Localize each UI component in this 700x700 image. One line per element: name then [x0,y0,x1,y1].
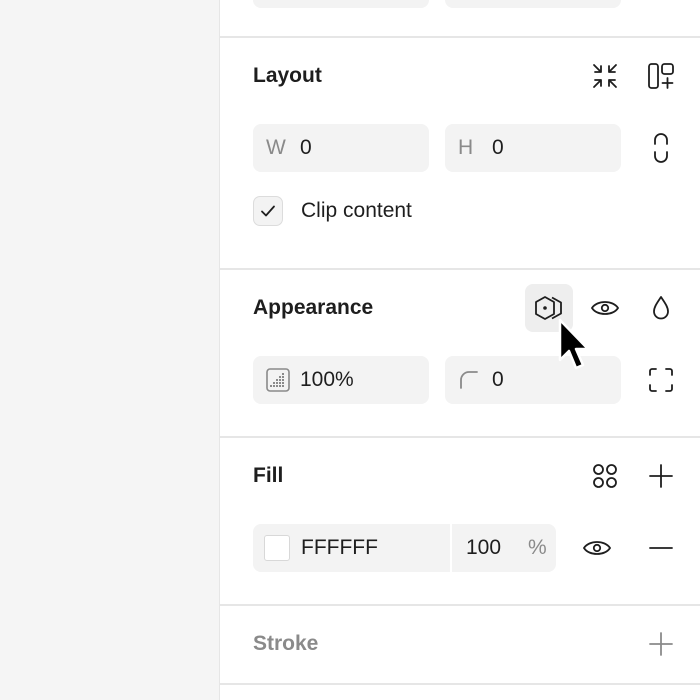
opacity-value: 100% [300,368,354,391]
plus-icon [649,632,673,656]
stroke-section-title: Stroke [253,632,319,655]
appearance-section-title: Appearance [253,296,374,319]
height-value: 0 [492,136,504,159]
fill-opacity-unit: % [528,536,547,559]
auto-layout-add-icon [648,63,674,89]
blend-drop-icon [653,296,669,320]
section-divider [220,436,700,438]
width-value: 0 [300,136,312,159]
height-field[interactable]: H 0 [445,124,621,172]
eye-icon [582,541,612,555]
blend-mode-button[interactable] [637,284,685,332]
properties-panel: Layout W 0 H 0 Clip content Appearance 1… [219,0,700,700]
clip-content-checkbox[interactable] [253,196,283,226]
width-prefix: W [266,136,286,159]
corner-radius-value: 0 [492,368,504,391]
canvas-area[interactable] [0,0,219,700]
opacity-field[interactable]: 100% [253,356,429,404]
section-divider [220,604,700,606]
minus-icon [649,547,673,549]
constrain-proportions-button[interactable] [637,124,685,172]
top-partial-field-right[interactable] [445,0,621,8]
fill-color-hex: FFFFFF [301,536,378,559]
opacity-grid-icon [266,368,290,392]
clip-content-label: Clip content [301,199,412,222]
mouse-cursor-icon [558,318,590,370]
plus-icon [649,464,673,488]
fill-color-swatch[interactable] [264,535,290,561]
independent-corners-icon [649,368,673,392]
style-grid-icon [593,464,617,488]
checkmark-icon [261,205,275,217]
height-prefix: H [458,136,474,159]
collapse-arrows-icon [593,64,617,88]
independent-corners-button[interactable] [637,356,685,404]
opacity-prefix [266,368,300,392]
constrain-proportions-icon [654,133,668,163]
section-divider [220,268,700,270]
corner-radius-field[interactable]: 0 [445,356,621,404]
corner-radius-prefix [458,369,492,391]
fill-opacity-value: 100 [466,536,502,559]
top-partial-field-left[interactable] [253,0,429,8]
remove-fill-button[interactable] [637,524,685,572]
fill-visibility-button[interactable] [573,524,621,572]
collapse-arrows-button[interactable] [581,52,629,100]
fill-color-field[interactable]: FFFFFF [253,524,450,572]
corner-radius-icon [460,371,478,389]
auto-layout-add-button[interactable] [637,52,685,100]
fill-opacity-field[interactable]: 100 % [452,524,556,572]
eye-icon [590,301,620,315]
fill-section-title: Fill [253,464,284,487]
fill-styles-button[interactable] [581,452,629,500]
section-divider [220,683,700,685]
add-fill-button[interactable] [637,452,685,500]
section-divider [220,36,700,38]
width-field[interactable]: W 0 [253,124,429,172]
layout-section-title: Layout [253,64,322,87]
add-stroke-button[interactable] [637,620,685,668]
